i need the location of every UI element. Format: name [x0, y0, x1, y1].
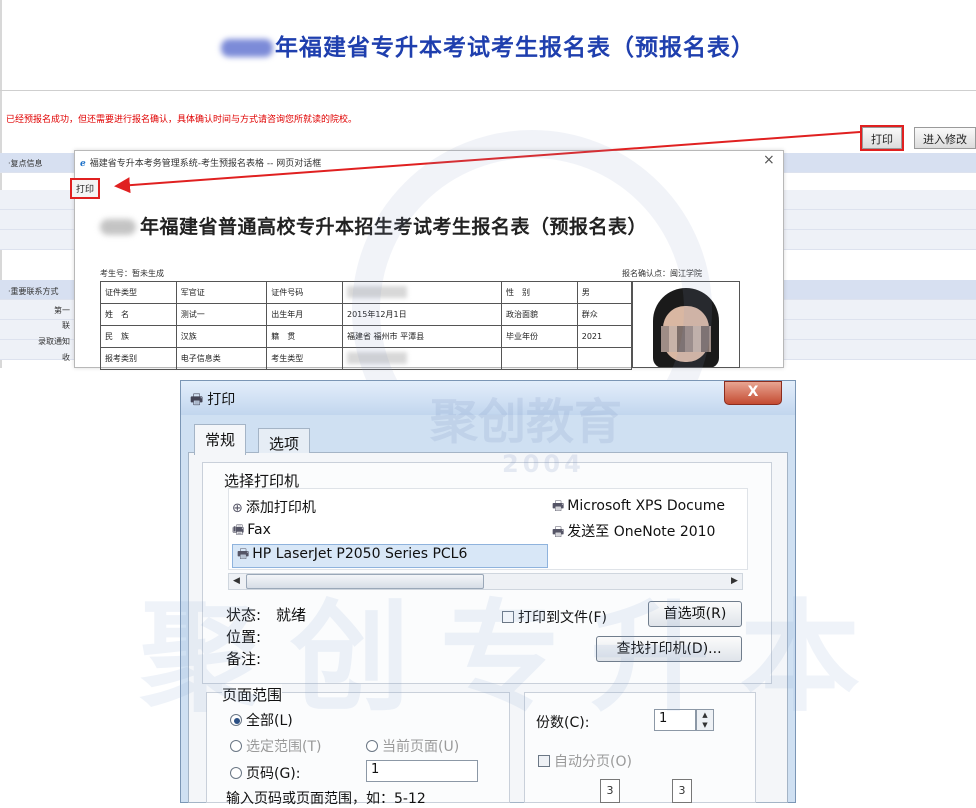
- printer-item-add[interactable]: ⊕ 添加打印机: [232, 497, 316, 517]
- printer-icon: 🖶: [190, 392, 204, 408]
- tab-options[interactable]: 选项: [258, 428, 311, 453]
- table-cell: 测试一: [175, 303, 268, 326]
- printer-item-xps[interactable]: 🖶 Microsoft XPS Docume: [552, 497, 725, 519]
- side-label: 录取通知: [38, 337, 70, 346]
- tab-general[interactable]: 常规: [194, 424, 247, 455]
- blurred-year: [221, 39, 273, 57]
- watermark-text: 聚创专升本: [140, 589, 890, 728]
- printer-item-fax[interactable]: 🖷 Fax: [232, 521, 271, 543]
- popup-print-button[interactable]: 打印: [70, 178, 101, 199]
- table-cell: 汉族: [175, 325, 268, 348]
- radio-pages[interactable]: 页码(G):: [230, 763, 301, 783]
- printer-item-onenote[interactable]: 🖶 发送至 OneNote 2010: [552, 521, 715, 545]
- collate-pages-icon: 3: [672, 779, 692, 803]
- table-cell: 电子信息类: [175, 347, 268, 370]
- table-cell: 籍 贯: [266, 325, 343, 348]
- page-title: 年福建省专升本考试考生报名表（预报名表）: [0, 28, 976, 62]
- success-notice: 已经预报名成功，但还需要进行报名确认，具体确认时间与方式请咨询您所就读的院校。: [6, 115, 358, 125]
- fax-icon: 🖷: [232, 523, 245, 538]
- printer-icon: 🖶: [552, 499, 565, 514]
- table-cell: 军官证: [175, 281, 268, 304]
- watermark-brand: 聚创教育: [430, 394, 623, 450]
- radio-current-page[interactable]: 当前页面(U): [366, 736, 459, 756]
- table-cell: 姓 名: [100, 303, 177, 326]
- printer-icon: 🖶: [552, 525, 565, 540]
- side-label: 收: [62, 353, 70, 362]
- close-icon[interactable]: X: [724, 381, 782, 405]
- pages-input[interactable]: 1: [366, 760, 478, 782]
- modify-button[interactable]: 进入修改: [914, 127, 976, 149]
- section-label: ·复点信息: [8, 159, 43, 168]
- print-button[interactable]: 打印: [860, 125, 904, 151]
- side-label: 联: [62, 321, 70, 330]
- divider: [0, 90, 976, 91]
- blurred-year: [100, 219, 136, 235]
- watermark-year: 2004: [502, 450, 585, 478]
- preview-dialog-title: ℯ 福建省专升本考务管理系统-考生预报名表格 -- 网页对话框: [80, 159, 322, 169]
- close-icon[interactable]: ×: [763, 152, 775, 168]
- add-printer-icon: ⊕: [232, 501, 243, 516]
- table-cell: 出生年月: [266, 303, 343, 326]
- table-cell: 考生类型: [266, 347, 343, 370]
- table-cell: 民 族: [100, 325, 177, 348]
- table-cell: 报考类别: [100, 347, 177, 370]
- collate-pages-icon: 3: [600, 779, 620, 803]
- table-cell: 证件号码: [266, 281, 343, 304]
- page-range-hint: 输入页码或页面范围，如：5-12: [226, 791, 426, 807]
- collate-checkbox[interactable]: 自动分页(O): [538, 751, 632, 771]
- dialog-title: 🖶 打印: [190, 392, 236, 408]
- radio-selection[interactable]: 选定范围(T): [230, 736, 321, 756]
- ie-icon: ℯ: [80, 159, 86, 169]
- side-label: 第一: [54, 306, 70, 315]
- table-cell: 证件类型: [100, 281, 177, 304]
- exam-number: 考生号：暂未生成: [100, 269, 164, 278]
- section-label: ·重要联系方式: [8, 287, 59, 296]
